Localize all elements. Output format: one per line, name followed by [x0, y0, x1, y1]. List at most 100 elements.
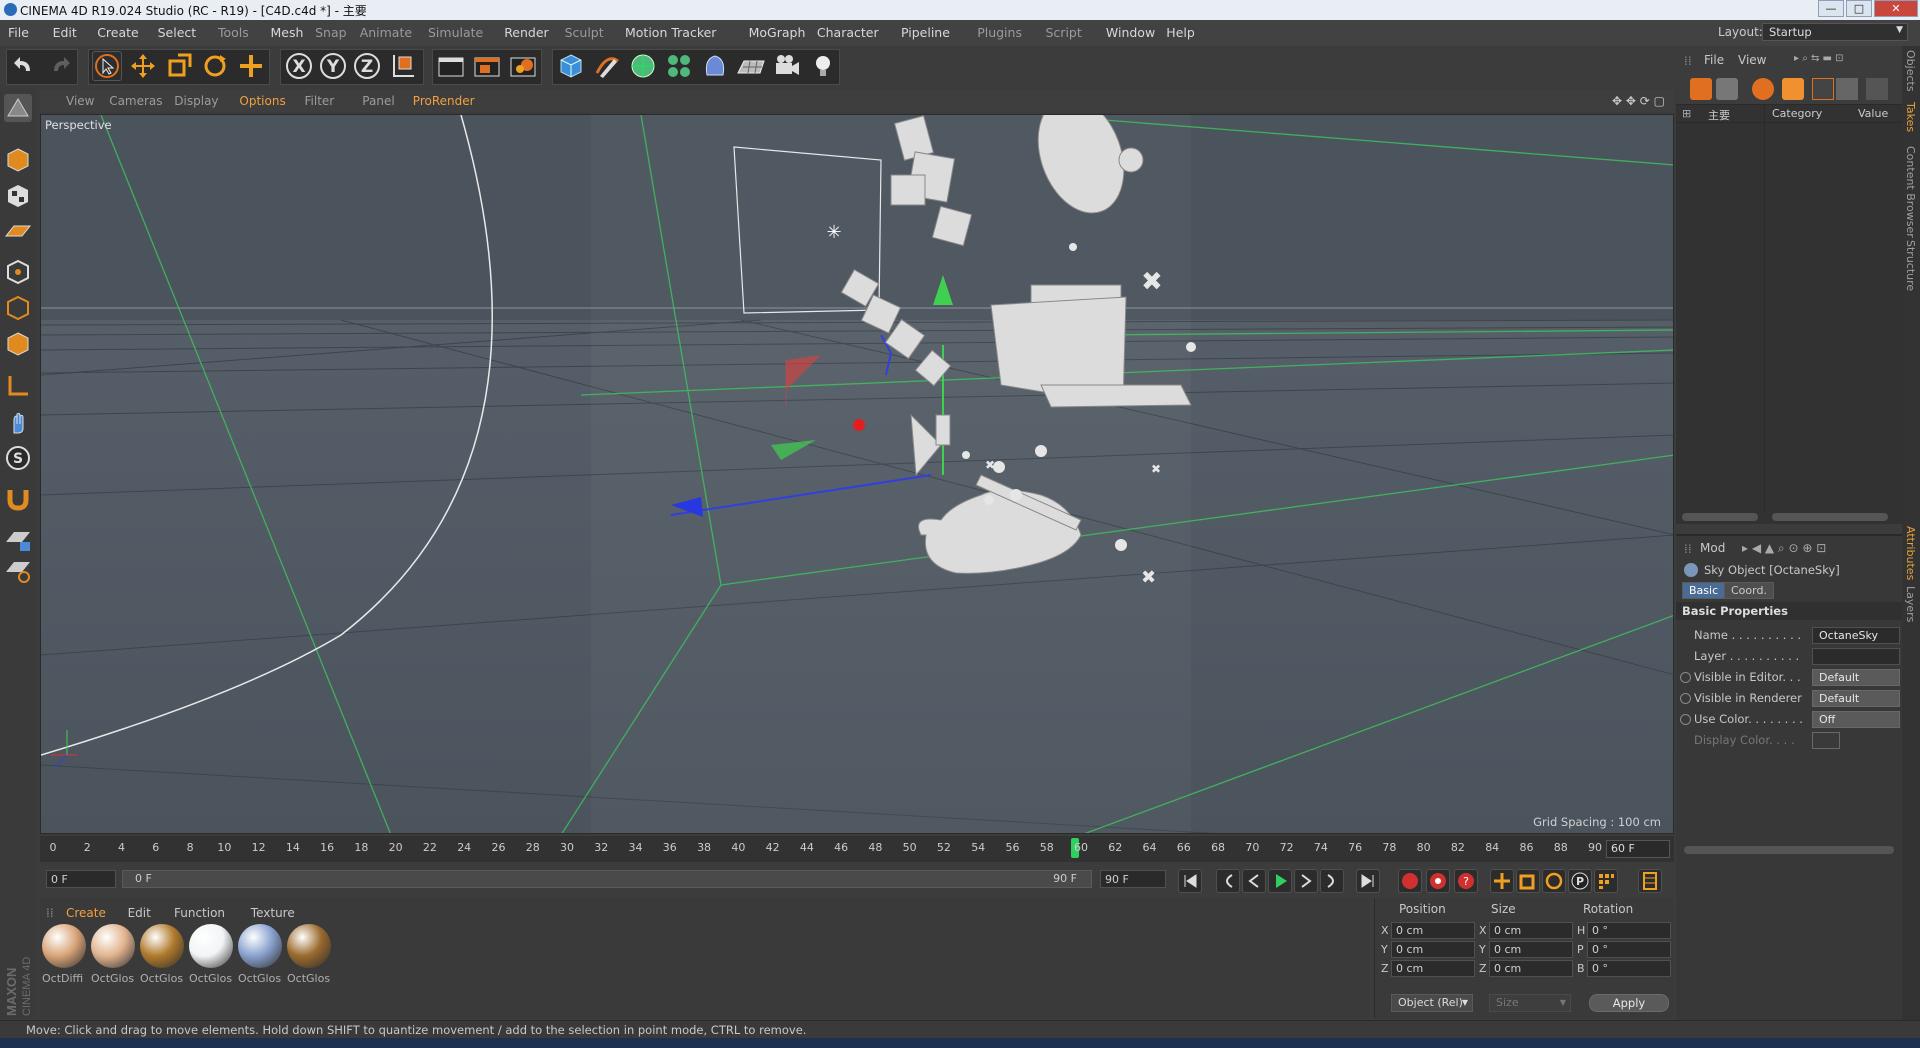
tab-basic[interactable]: Basic [1682, 582, 1726, 599]
material-swatch[interactable]: OctGlos [140, 924, 186, 990]
move-icon[interactable] [128, 51, 158, 81]
rotation-field[interactable]: 0 ° [1587, 960, 1671, 977]
camera-icon[interactable] [772, 51, 802, 81]
start-frame-field[interactable]: 0 F [46, 870, 116, 888]
next-frame-icon[interactable] [1294, 869, 1318, 893]
object-manager-tools-icon[interactable]: ▸ ⌕ ⇆ ▬ ⊡ [1794, 53, 1844, 64]
cube-icon[interactable] [556, 51, 586, 81]
render-view-icon[interactable] [436, 51, 466, 81]
attribute-navigation-icons[interactable]: ▸ ◀ ▲ ⌕ ⊙ ⊕ ⊡ [1742, 541, 1826, 556]
viewport-menu-options[interactable]: Options [239, 94, 285, 108]
octane-icon[interactable] [1752, 78, 1774, 100]
position-field[interactable]: 0 cm [1391, 922, 1475, 939]
apply-button[interactable]: Apply [1589, 994, 1669, 1012]
viewport-menu-panel[interactable]: Panel [362, 94, 394, 108]
rotate-icon[interactable] [200, 51, 230, 81]
menu-tools[interactable]: Tools [218, 25, 249, 40]
go-to-start-icon[interactable] [1178, 869, 1202, 893]
animate-radio[interactable] [1680, 693, 1691, 704]
layers-icon[interactable] [1866, 78, 1888, 100]
texture-mode-icon[interactable] [4, 182, 32, 210]
horizontal-scrollbar[interactable] [1682, 513, 1758, 521]
workplane-mode-icon[interactable] [4, 218, 32, 246]
attribute-mode-menu[interactable]: Mod [1700, 541, 1725, 555]
menu-mograph[interactable]: MoGraph [749, 25, 806, 40]
z-axis-icon[interactable]: Z [352, 51, 382, 81]
menu-pipeline[interactable]: Pipeline [901, 25, 950, 40]
cloner-icon[interactable] [664, 51, 694, 81]
menu-simulate[interactable]: Simulate [428, 25, 483, 40]
viewport-menu-prorender[interactable]: ProRender [413, 94, 475, 108]
minimize-button[interactable]: — [1818, 0, 1844, 17]
property-value[interactable]: Default [1812, 690, 1900, 707]
menu-mesh[interactable]: Mesh [271, 25, 304, 40]
maximize-button[interactable]: □ [1846, 0, 1872, 17]
keyframe-selection-icon[interactable]: ? [1454, 869, 1478, 893]
property-value[interactable] [1812, 732, 1840, 749]
key-position-icon[interactable] [1490, 869, 1514, 893]
menu-help[interactable]: Help [1166, 25, 1195, 40]
autokey-icon[interactable] [1426, 869, 1450, 893]
material-swatch[interactable]: OctGlos [287, 924, 333, 990]
tab-coord[interactable]: Coord. [1724, 582, 1774, 599]
live-select-icon[interactable] [236, 51, 266, 81]
property-value[interactable]: Off [1812, 711, 1900, 728]
size-field[interactable]: 0 cm [1489, 922, 1573, 939]
search-objects-icon[interactable] [1716, 78, 1738, 100]
render-picture-viewer-icon[interactable] [472, 51, 502, 81]
side-tab-structure[interactable]: Structure [1904, 240, 1917, 291]
axis-mode-icon[interactable] [4, 372, 32, 400]
y-axis-icon[interactable]: Y [318, 51, 348, 81]
go-to-end-icon[interactable] [1356, 869, 1380, 893]
redo-icon[interactable] [44, 51, 74, 81]
menu-select[interactable]: Select [158, 25, 197, 40]
select-arrow-icon[interactable] [92, 51, 122, 81]
material-menu-create[interactable]: Create [66, 906, 106, 920]
magnet-icon[interactable] [4, 484, 32, 512]
side-tab-content-browser[interactable]: Content Browser [1904, 146, 1917, 238]
x-axis-icon[interactable]: X [284, 51, 314, 81]
material-swatch[interactable]: OctDiffi [42, 924, 88, 990]
timeline-icon[interactable] [1638, 869, 1662, 893]
viewport-menu-display[interactable]: Display [174, 94, 218, 108]
size-field[interactable]: 0 cm [1489, 960, 1573, 977]
menu-create[interactable]: Create [97, 25, 139, 40]
horizontal-scrollbar[interactable] [1684, 846, 1894, 854]
record-keys-icon[interactable] [1398, 869, 1422, 893]
perspective-viewport[interactable]: ✳ ✖ ✖ ✖ ✖ Perspective Grid Spacing: 100… [40, 114, 1674, 834]
side-tab-objects[interactable]: Objects [1904, 50, 1917, 92]
menu-window[interactable]: Window [1106, 25, 1155, 40]
pen-icon[interactable] [592, 51, 622, 81]
side-tab-takes[interactable]: Takes [1904, 102, 1917, 132]
viewport-menu-cameras[interactable]: Cameras [109, 94, 162, 108]
property-value[interactable]: Default [1812, 669, 1900, 686]
animate-radio[interactable] [1680, 714, 1691, 725]
position-field[interactable]: 0 cm [1391, 960, 1475, 977]
menu-motion-tracker[interactable]: Motion Tracker [625, 25, 716, 40]
workplane-rotate-icon[interactable] [4, 556, 32, 584]
object-menu-view[interactable]: View [1738, 53, 1766, 67]
menu-file[interactable]: File [8, 25, 29, 40]
size-field[interactable]: 0 cm [1489, 941, 1573, 958]
viewport-navigation-icons[interactable]: ✥ ✥ ⟳ ▢ [1612, 94, 1665, 108]
layout-dropdown[interactable]: Startup ▼ [1762, 23, 1908, 41]
object-menu-file[interactable]: File [1704, 53, 1724, 67]
filter-icon[interactable] [1836, 78, 1858, 100]
position-field[interactable]: 0 cm [1391, 941, 1475, 958]
key-scale-icon[interactable] [1516, 869, 1540, 893]
side-tab-layers[interactable]: Layers [1904, 586, 1917, 622]
key-parameter-icon[interactable]: P [1568, 869, 1592, 893]
side-tab-attributes[interactable]: Attributes [1904, 526, 1917, 580]
menu-sculpt[interactable]: Sculpt [565, 25, 604, 40]
octane-live-viewer-icon[interactable] [1782, 78, 1804, 100]
polygons-mode-icon[interactable] [4, 330, 32, 358]
close-button[interactable]: ✕ [1874, 0, 1918, 17]
expand-icon[interactable]: ⊞ [1682, 107, 1691, 120]
timeline-ruler[interactable]: 60 F 0 2 4 6 8 10 12 14 16 18 20 22 24 26 28 30 32 34 36 38… [40, 836, 1674, 862]
edges-mode-icon[interactable] [4, 294, 32, 322]
rotation-field[interactable]: 0 ° [1587, 922, 1671, 939]
material-menu-function[interactable]: Function [174, 906, 225, 920]
menu-render[interactable]: Render [504, 25, 549, 40]
property-value[interactable]: OctaneSky [1812, 627, 1900, 644]
rotation-field[interactable]: 0 ° [1587, 941, 1671, 958]
